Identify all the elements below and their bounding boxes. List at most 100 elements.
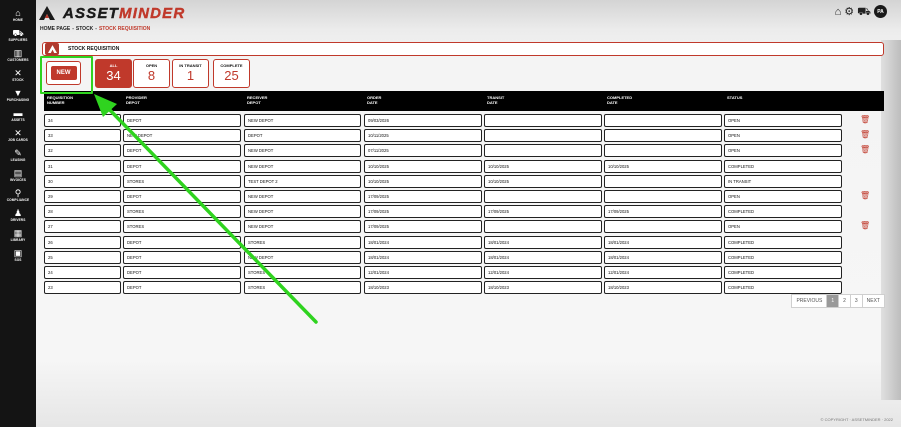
table-row[interactable]: 25 DEPOT NEW DEPOT 18/01/2024 18/01/2024 18/0… [44,250,884,264]
table-cell: 10/10/2025 [364,174,482,188]
table-cell [484,190,602,203]
sidebar-item-home[interactable]: ⌂ HOME [0,8,36,30]
table-cell: 10/10/2025 [484,159,602,173]
column-header[interactable]: COMPLETED DATE [607,95,632,105]
table-cell: TEST DEPOT 2 [244,174,361,188]
table-cell [484,144,602,158]
breadcrumb-stock[interactable]: STOCK [76,26,93,32]
tab-in-transit[interactable]: IN TRANSIT 1 [172,59,209,88]
table-cell: 12/01/2024 [604,266,722,279]
sidebar-item-purchasing[interactable]: ▼ PURCHASING [0,88,36,110]
table-row[interactable]: 23 DEPOT STORES 18/10/2023 18/10/2023 18/10/2… [44,281,884,295]
sidebar-assets-icon: ▬ [13,108,23,118]
table-cell [604,114,722,127]
table-cell: DEPOT [123,190,241,203]
logo-mark-icon [39,6,55,20]
table-row[interactable]: 34 DEPOT NEW DEPOT 09/03/2026 OPEN 🗑 [44,114,884,127]
top-toolbar: ⌂ ⚙ ⛟ PA [835,5,887,18]
table-row[interactable]: 30 STORES TEST DEPOT 2 10/10/2025 10/10/2025… [44,174,884,188]
table-cell: 30 [44,174,121,188]
app-logo[interactable]: ASSETMINDER [39,4,185,22]
column-header[interactable]: REQUISITION NUMBER [47,95,73,105]
column-header[interactable]: RECEIVER DEPOT [247,95,267,105]
table-cell: DEPOT [244,129,361,143]
sidebar-item-assets[interactable]: ▬ ASSETS [0,108,36,130]
trash-icon[interactable]: 🗑 [860,130,870,140]
table-cell: OPEN [724,220,842,234]
table-cell: 17/09/2025 [364,190,482,203]
tab-open[interactable]: OPEN 8 [133,59,170,88]
avatar[interactable]: PA [874,5,887,18]
trash-icon[interactable]: 🗑 [860,115,870,125]
table-row[interactable]: 29 DEPOT NEW DEPOT 17/09/2025 OPEN 🗑 [44,190,884,203]
home-icon[interactable]: ⌂ [835,6,842,18]
tab-all[interactable]: ALL 34 [95,59,132,88]
column-header[interactable]: STATUS [727,95,742,100]
table-cell: STORES [244,235,361,249]
sidebar-item-label: LIBRARY [10,238,26,242]
table-cell: 27 [44,220,121,234]
truck-icon[interactable]: ⛟ [857,6,871,18]
table-row[interactable]: 27 STORES NEW DEPOT 17/09/2025 OPEN 🗑 [44,220,884,234]
sidebar-item-sos[interactable]: ▣ SOS [0,248,36,270]
table-cell: 29 [44,190,121,203]
pagination-previous[interactable]: PREVIOUS [791,294,828,308]
trash-icon[interactable]: 🗑 [860,221,870,231]
table-cell: 25 [44,250,121,264]
sidebar-item-label: SUPPLIERS [8,38,28,42]
table-row[interactable]: 24 DEPOT STORES 12/01/2024 12/01/2024 12/01/2… [44,266,884,279]
column-header[interactable]: ORDER DATE [367,95,381,105]
gear-icon[interactable]: ⚙ [844,6,854,18]
tab-complete[interactable]: COMPLETE 25 [213,59,250,88]
table-cell: OPEN [724,144,842,158]
table-row[interactable]: 28 STORES NEW DEPOT 17/09/2025 17/09/2025 17/… [44,205,884,219]
logo-text: ASSETMINDER [63,4,186,22]
table-cell: 18/01/2024 [364,250,482,264]
sidebar-item-customers[interactable]: ▥ CUSTOMERS [0,48,36,70]
column-header[interactable]: TRANSIT DATE [487,95,504,105]
table-cell: COMPLETED [724,281,842,295]
table-cell: 33 [44,129,121,143]
table-cell: 18/01/2024 [484,250,602,264]
sidebar-item-library[interactable]: ▦ LIBRARY [0,228,36,250]
table-cell: 10/11/2025 [364,129,482,143]
sidebar-drivers-icon: ♟ [13,208,23,218]
table-row[interactable]: 26 DEPOT STORES 18/01/2024 18/01/2024 18/01/2… [44,235,884,249]
sidebar-item-stock[interactable]: ✕ STOCK [0,68,36,90]
table-cell: NEW DEPOT [244,159,361,173]
sidebar-item-compliance[interactable]: ⚲ COMPLIANCE [0,188,36,210]
copyright-footer: © COPYRIGHT · ASSETMINDER · 2022 [820,417,893,422]
annotation-highlight-box [40,56,93,94]
sidebar-item-label: STOCK [12,78,24,82]
table-cell: NEW DEPOT [244,190,361,203]
sidebar-compliance-icon: ⚲ [14,188,22,198]
table-cell: DEPOT [123,266,241,279]
sidebar-item-drivers[interactable]: ♟ DRIVERS [0,208,36,230]
table-cell: STORES [123,174,241,188]
table-row[interactable]: 31 DEPOT NEW DEPOT 10/10/2025 10/10/2025 10/1… [44,159,884,173]
table-cell: COMPLETED [724,250,842,264]
pagination-next[interactable]: NEXT [861,294,885,308]
sidebar-item-job-cards[interactable]: ✕ JOB CARDS [0,128,36,150]
table-cell: DEPOT [123,250,241,264]
table-cell: DEPOT [123,144,241,158]
table-row[interactable]: 32 DEPOT NEW DEPOT 07/11/2025 OPEN 🗑 [44,144,884,158]
table-cell: 18/01/2024 [604,235,722,249]
table-cell: STORES [123,220,241,234]
page-title-bar: STOCK REQUISITION [42,42,884,56]
pagination: PREVIOUS 1 2 3 NEXT [791,294,885,308]
table-row[interactable]: 33 NEW DEPOT DEPOT 10/11/2025 OPEN 🗑 [44,129,884,143]
sidebar-item-invoices[interactable]: ▤ INVOICES [0,168,36,190]
table-cell: 18/10/2023 [484,281,602,295]
sidebar-item-leasing[interactable]: ✎ LEASING [0,148,36,170]
breadcrumb-home[interactable]: HOME PAGE [40,26,70,32]
table-cell: STORES [123,205,241,219]
sidebar-item-suppliers[interactable]: ⛟ SUPPLIERS [0,28,36,50]
table-cell: 10/10/2025 [484,174,602,188]
trash-icon[interactable]: 🗑 [860,145,870,155]
column-header[interactable]: PROVIDER DEPOT [126,95,147,105]
trash-icon[interactable]: 🗑 [860,191,870,201]
table-cell: DEPOT [123,281,241,295]
table-cell [604,174,722,188]
background-edge [881,40,901,400]
